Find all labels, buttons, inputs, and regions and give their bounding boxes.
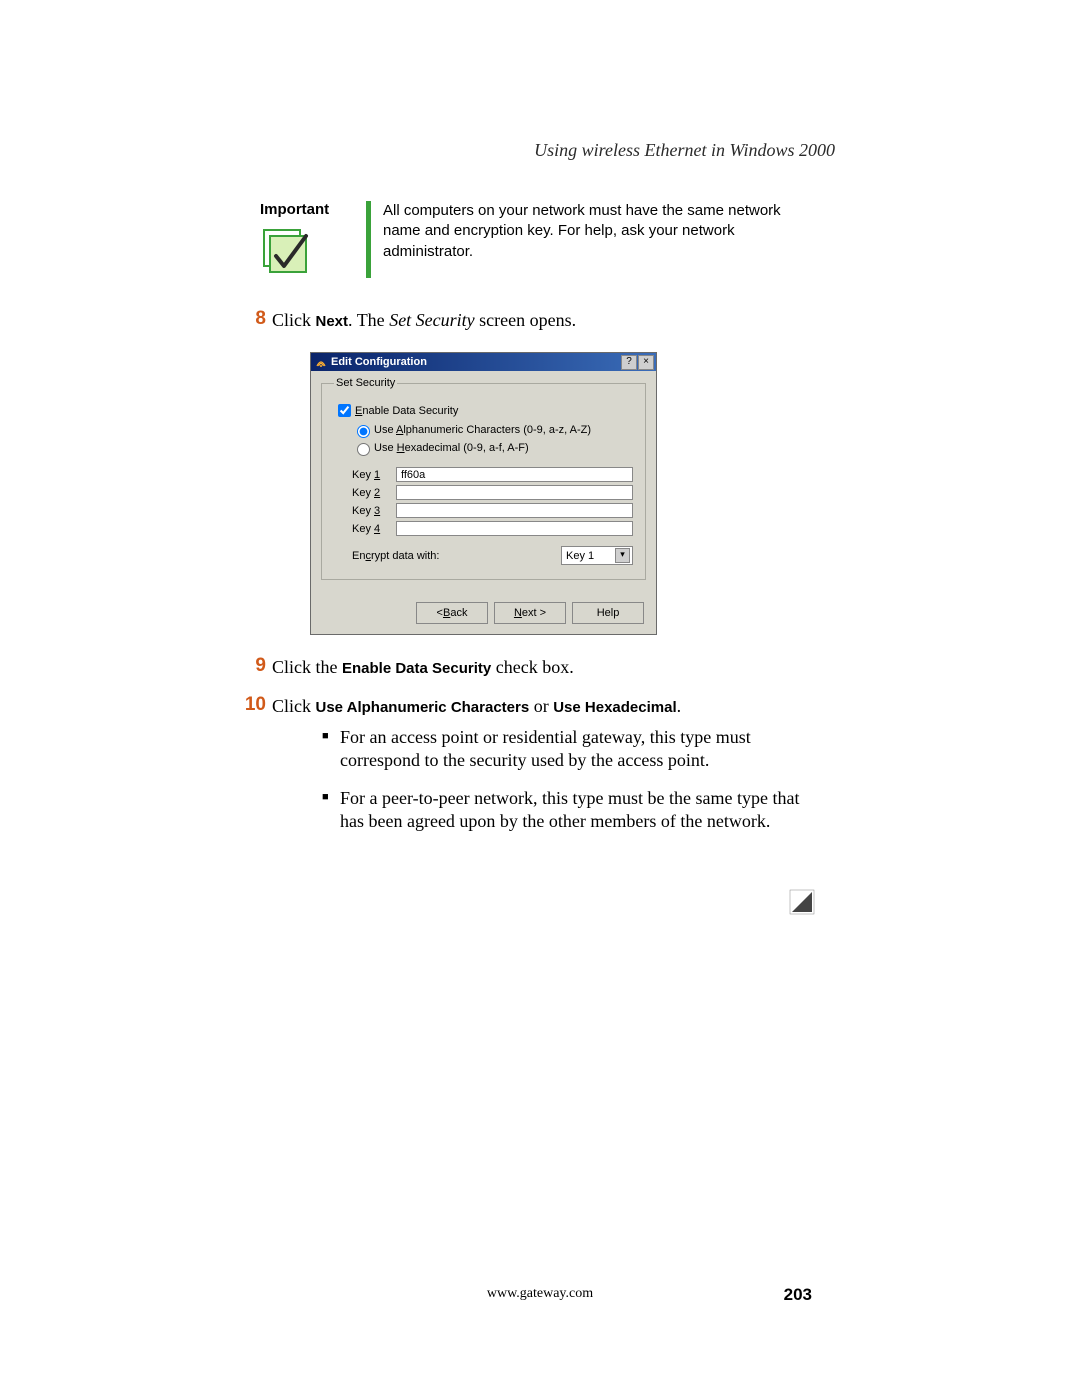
checkmark-icon (260, 226, 312, 278)
key3-input[interactable] (396, 503, 633, 518)
step-number: 10 (240, 694, 266, 718)
text: . (677, 696, 682, 716)
select-value: Key 1 (566, 550, 594, 562)
dialog-titlebar: Edit Configuration ? × (311, 353, 656, 371)
step-9: 9 Click the Enable Data Security check b… (240, 655, 815, 679)
page-number: 203 (784, 1285, 812, 1305)
key1-input[interactable] (396, 467, 633, 482)
text: Click the (272, 657, 342, 677)
radio-label: Use Hexadecimal (0-9, a-f, A-F) (374, 442, 529, 454)
vertical-divider (366, 201, 371, 278)
text: Click (272, 696, 316, 716)
text: . The (348, 310, 389, 330)
back-button[interactable]: < Back (416, 602, 488, 624)
edit-configuration-dialog: Edit Configuration ? × Set Security Enab… (310, 352, 657, 635)
text-bold: Use Hexadecimal (553, 699, 676, 716)
enable-data-security-checkbox[interactable] (338, 404, 351, 417)
text-bold: Use Alphanumeric Characters (316, 699, 530, 716)
encrypt-label: Encrypt data with: (352, 550, 439, 562)
key4-input[interactable] (396, 521, 633, 536)
page-header-title: Using wireless Ethernet in Windows 2000 (260, 140, 835, 161)
close-button[interactable]: × (638, 355, 654, 370)
key4-label: Key 4 (352, 523, 396, 535)
hexadecimal-radio[interactable] (357, 443, 370, 456)
important-text: All computers on your network must have … (383, 201, 815, 262)
step-10: 10 Click Use Alphanumeric Characters or … (240, 694, 815, 718)
help-button[interactable]: ? (621, 355, 637, 370)
encrypt-select[interactable]: Key 1 ▾ (561, 546, 633, 565)
text: screen opens. (475, 310, 576, 330)
bullet-2: For a peer-to-peer network, this type mu… (322, 787, 815, 834)
important-callout: Important All computers on your network … (260, 201, 815, 278)
key2-label: Key 2 (352, 487, 396, 499)
important-label: Important (260, 201, 360, 218)
step-number: 8 (240, 308, 266, 332)
step-text: Click the Enable Data Security check box… (272, 655, 815, 679)
step-text: Click Use Alphanumeric Characters or Use… (272, 694, 815, 718)
step-number: 9 (240, 655, 266, 679)
text-bold: Enable Data Security (342, 660, 491, 677)
group-legend: Set Security (334, 377, 397, 389)
text-italic: Set Security (389, 310, 474, 330)
footer-url: www.gateway.com (0, 1286, 1080, 1302)
key3-label: Key 3 (352, 505, 396, 517)
chevron-down-icon: ▾ (615, 548, 630, 563)
checkbox-label: Enable Data Security (355, 405, 458, 417)
alphanumeric-radio[interactable] (357, 425, 370, 438)
set-security-group: Set Security Enable Data Security Use Al… (321, 377, 646, 580)
step-8: 8 Click Next. The Set Security screen op… (240, 308, 815, 332)
text: check box. (491, 657, 573, 677)
text-bold: Next (316, 313, 349, 330)
help-button[interactable]: Help (572, 602, 644, 624)
key1-label: Key 1 (352, 469, 396, 481)
page-turn-icon (788, 888, 816, 921)
step-text: Click Next. The Set Security screen open… (272, 308, 815, 332)
text: or (529, 696, 553, 716)
dialog-title: Edit Configuration (331, 356, 620, 368)
radio-label: Use Alphanumeric Characters (0-9, a-z, A… (374, 424, 591, 436)
text: Click (272, 310, 316, 330)
bullet-1: For an access point or residential gatew… (322, 726, 815, 773)
key2-input[interactable] (396, 485, 633, 500)
signal-icon (315, 356, 327, 368)
next-button[interactable]: Next > (494, 602, 566, 624)
